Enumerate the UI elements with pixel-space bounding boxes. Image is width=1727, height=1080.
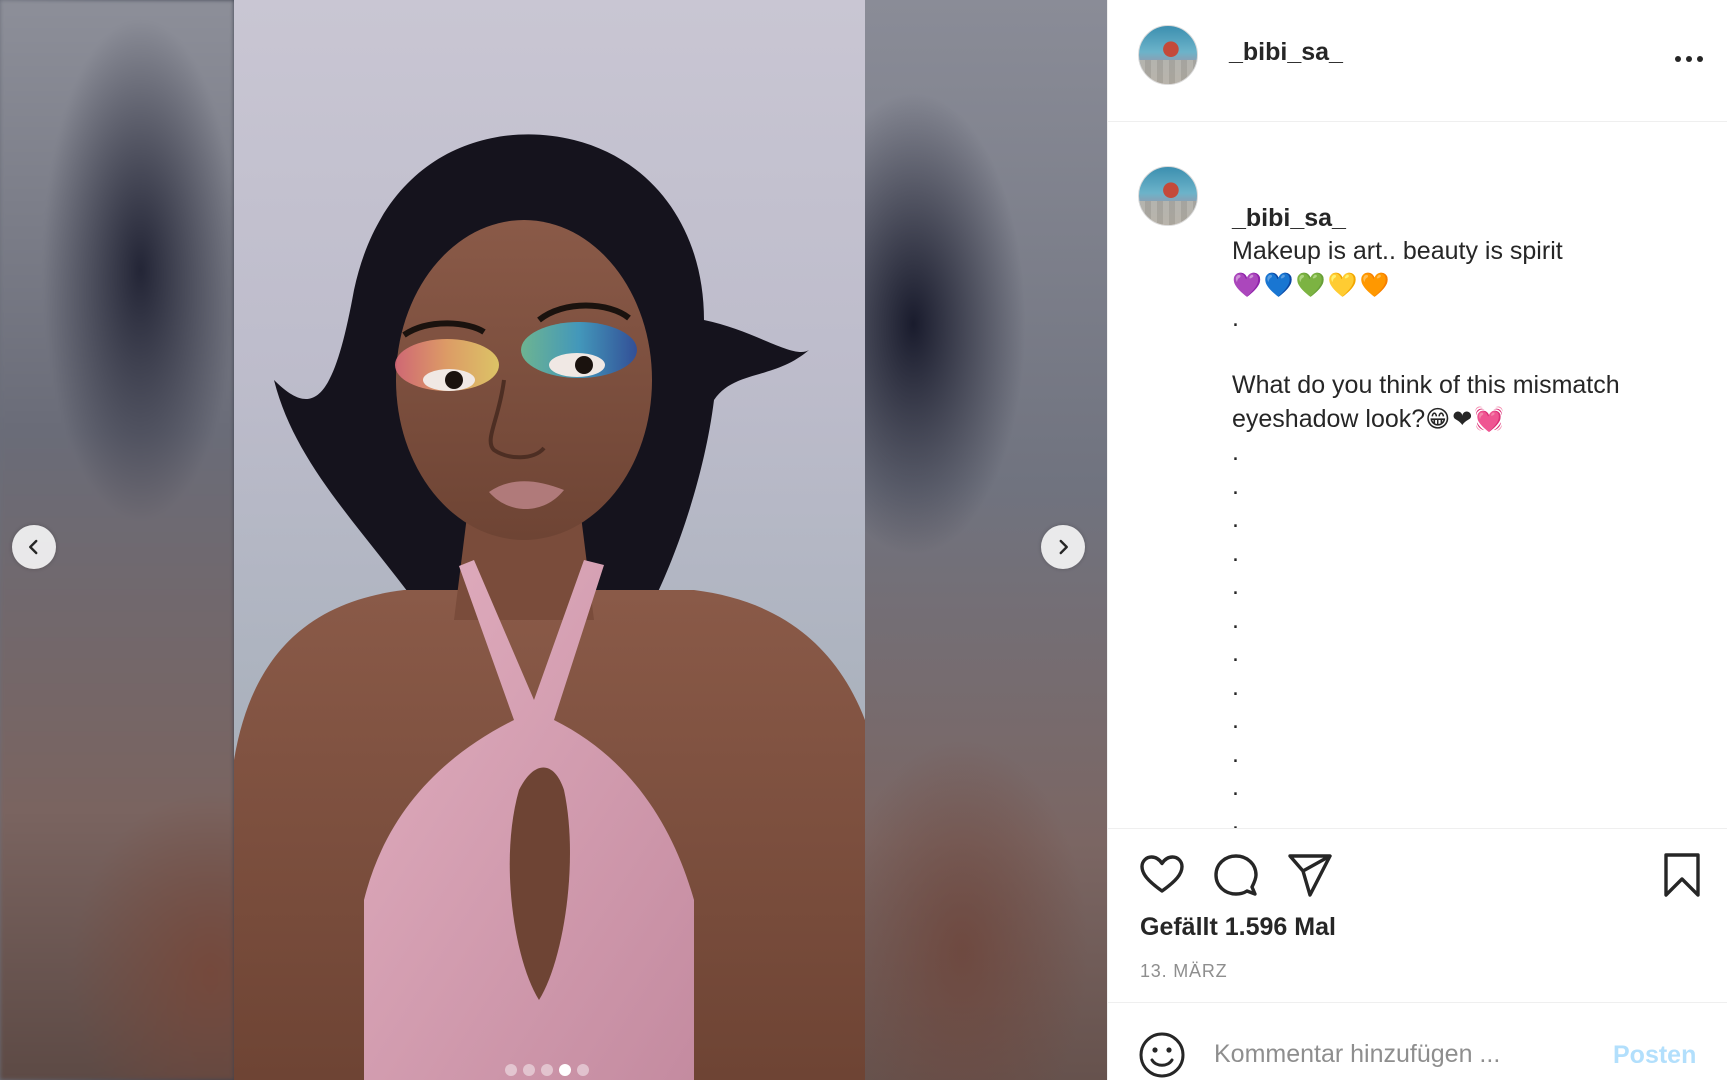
author-username[interactable]: _bibi_sa_: [1229, 38, 1343, 67]
previous-photo-button[interactable]: [12, 525, 56, 569]
caption-dot-line: .: [1232, 505, 1239, 533]
caption-dot-line: .: [1232, 538, 1239, 567]
carousel-dot: [559, 1064, 571, 1076]
caption-dot-line: .: [1232, 438, 1239, 466]
caption-dot: .: [1232, 304, 1239, 332]
caption-dot-line: .: [1232, 672, 1239, 701]
bookmark-icon: [1664, 853, 1700, 897]
comments-section[interactable]: _bibi_sa_ Makeup is art.. beauty is spir…: [1108, 123, 1727, 828]
caption-dot-line: .: [1232, 739, 1239, 768]
share-button[interactable]: [1286, 851, 1334, 899]
caption-dot-line: .: [1232, 572, 1239, 600]
caption-dot-line: .: [1232, 773, 1239, 801]
author-avatar[interactable]: [1138, 25, 1198, 85]
add-comment-bar: Posten: [1108, 1002, 1727, 1080]
portrait-illustration: [234, 134, 865, 1080]
post-date[interactable]: 13. MÄRZ: [1140, 961, 1227, 982]
post-header: _bibi_sa_: [1108, 0, 1727, 122]
comment-bubble-icon: [1214, 854, 1258, 896]
caption-dot-line: .: [1232, 471, 1239, 500]
caption-emojis-1: 💜💙💚💛🧡: [1232, 271, 1392, 299]
caption-author-avatar[interactable]: [1138, 166, 1198, 226]
carousel-indicator: [505, 1064, 589, 1076]
next-photo-button[interactable]: [1041, 525, 1085, 569]
caption-dot-line: .: [1232, 806, 1239, 829]
post-photo[interactable]: [234, 0, 865, 1080]
more-horizontal-icon: [1675, 56, 1681, 62]
save-button[interactable]: [1658, 851, 1706, 899]
post-media-area: [0, 0, 1107, 1080]
chevron-right-icon: [1059, 539, 1068, 555]
caption-dot-line: .: [1232, 706, 1239, 734]
more-options-button[interactable]: [1674, 44, 1704, 74]
chevron-left-icon: [29, 539, 38, 555]
emoji-picker-button[interactable]: [1138, 1031, 1186, 1079]
caption-dot-line: .: [1232, 605, 1239, 634]
carousel-dot: [577, 1064, 589, 1076]
caption-username[interactable]: _bibi_sa_: [1232, 204, 1346, 232]
comment-input[interactable]: [1214, 1029, 1604, 1079]
likes-count[interactable]: Gefällt 1.596 Mal: [1140, 913, 1336, 942]
smiley-icon: [1139, 1032, 1185, 1078]
caption-dot-lines: ............: [1232, 436, 1692, 828]
caption-dot-line: .: [1232, 639, 1239, 667]
carousel-dot: [541, 1064, 553, 1076]
like-button[interactable]: [1138, 851, 1186, 899]
paper-plane-icon: [1288, 854, 1332, 897]
post-side-panel: _bibi_sa_ _bibi_sa_ Makeup is art.. beau…: [1107, 0, 1727, 1080]
post-caption: _bibi_sa_ Makeup is art.. beauty is spir…: [1232, 168, 1692, 829]
comment-button[interactable]: [1212, 851, 1260, 899]
post-comment-button[interactable]: Posten: [1613, 1041, 1696, 1070]
carousel-dot: [523, 1064, 535, 1076]
heart-icon: [1140, 855, 1184, 893]
carousel-dot: [505, 1064, 517, 1076]
caption-line1: Makeup is art.. beauty is spirit: [1232, 237, 1563, 265]
post-actions: Gefällt 1.596 Mal 13. MÄRZ: [1108, 828, 1727, 1003]
caption-emojis-2: 😁❤💓: [1425, 405, 1507, 433]
